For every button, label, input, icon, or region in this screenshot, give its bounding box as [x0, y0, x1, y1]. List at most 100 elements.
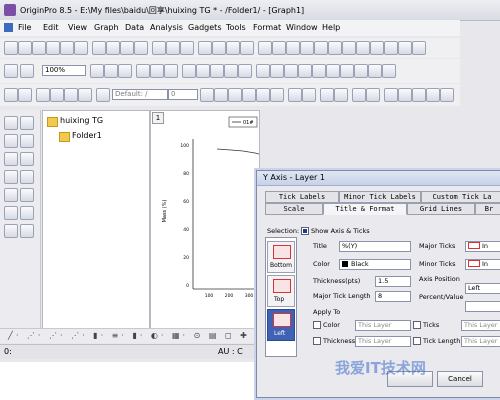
menu-view[interactable]: View	[68, 23, 87, 32]
menu-file[interactable]: File	[18, 23, 31, 32]
import-wizard-icon[interactable]	[212, 41, 226, 55]
region-tool-icon[interactable]	[20, 224, 34, 238]
add-date-icon[interactable]	[298, 64, 312, 78]
underline-icon[interactable]	[228, 88, 242, 102]
border-icon[interactable]	[440, 88, 454, 102]
pencil-icon[interactable]	[4, 88, 18, 102]
arrow-style-icon[interactable]	[426, 88, 440, 102]
selection-left[interactable]: Left	[267, 309, 295, 341]
menu-data[interactable]: Data	[125, 23, 144, 32]
save-icon[interactable]	[152, 41, 166, 55]
apply-tick-length-checkbox[interactable]	[413, 337, 421, 345]
rescale-x-icon[interactable]	[312, 64, 326, 78]
major-ticks-select[interactable]: In	[465, 241, 500, 252]
menu-tools[interactable]: Tools	[226, 23, 246, 32]
rescale-y-icon[interactable]	[326, 64, 340, 78]
apply-tick-length-scope[interactable]: This Layer	[461, 336, 500, 347]
tree-icon[interactable]	[164, 64, 178, 78]
text-align-right-icon[interactable]	[356, 41, 370, 55]
layer-manage-icon[interactable]	[368, 64, 382, 78]
cut-icon[interactable]	[36, 88, 50, 102]
explorer-root-label[interactable]: huixing TG	[60, 116, 103, 125]
line-style-icon[interactable]	[352, 88, 366, 102]
undo-icon[interactable]	[78, 88, 92, 102]
duplicate-icon[interactable]	[384, 41, 398, 55]
menu-analysis[interactable]: Analysis	[150, 23, 183, 32]
font-size-select[interactable]: 0	[168, 89, 198, 100]
batch-icon[interactable]	[398, 41, 412, 55]
new-graph-icon[interactable]	[32, 41, 46, 55]
layer-right-icon[interactable]	[286, 41, 300, 55]
mask-icon[interactable]	[20, 170, 34, 184]
symbol-size-icon[interactable]	[412, 88, 426, 102]
minor-ticks-select[interactable]: In	[465, 259, 500, 270]
layer-top-icon[interactable]	[300, 41, 314, 55]
subscript-icon[interactable]	[256, 88, 270, 102]
selection-bottom[interactable]: Bottom	[267, 241, 295, 273]
speed-mode-icon[interactable]	[382, 64, 396, 78]
tab-custom-tick-labels[interactable]: Custom Tick La	[421, 191, 500, 203]
graph-exporter-icon[interactable]	[150, 64, 164, 78]
text-tool-icon[interactable]	[4, 188, 18, 202]
font-select[interactable]: Default: /	[112, 89, 168, 100]
selection-top[interactable]: Top	[267, 275, 295, 307]
zoom-select[interactable]: 100%	[42, 65, 86, 76]
rescale-icon[interactable]	[90, 64, 104, 78]
apply-thickness-scope[interactable]: This Layer	[355, 336, 411, 347]
arrow-tool-icon[interactable]	[4, 206, 18, 220]
refresh-icon[interactable]	[412, 41, 426, 55]
add-legend-icon[interactable]	[270, 64, 284, 78]
bold-icon[interactable]	[200, 88, 214, 102]
tab-tick-labels[interactable]: Tick Labels	[265, 191, 339, 203]
title-field[interactable]: %(Y)	[339, 241, 411, 252]
new-matrix-icon[interactable]	[46, 41, 60, 55]
symbol-icon[interactable]	[398, 88, 412, 102]
layer-bottom-icon[interactable]	[314, 41, 328, 55]
text-t-icon[interactable]	[20, 188, 34, 202]
new-function-icon[interactable]	[60, 41, 74, 55]
arrange-icon[interactable]	[370, 41, 384, 55]
copy-icon[interactable]	[50, 88, 64, 102]
superscript-icon[interactable]	[242, 88, 256, 102]
run-icon[interactable]	[20, 64, 34, 78]
results-log-icon[interactable]	[224, 64, 238, 78]
import-ascii-icon[interactable]	[226, 41, 240, 55]
import-multiple-icon[interactable]	[240, 41, 254, 55]
extract-icon[interactable]	[340, 64, 354, 78]
axis-position-select[interactable]: Left	[465, 283, 500, 294]
add-text-icon[interactable]	[256, 64, 270, 78]
merge-icon[interactable]	[354, 64, 368, 78]
line-color-icon[interactable]	[320, 88, 334, 102]
screen-reader-icon[interactable]	[20, 134, 34, 148]
line-tool-icon[interactable]	[20, 206, 34, 220]
thickness-select[interactable]: 1.5	[375, 276, 411, 287]
tab-breaks[interactable]: Br	[475, 203, 500, 215]
text-align-left-icon[interactable]	[328, 41, 342, 55]
apply-thickness-checkbox[interactable]	[313, 337, 321, 345]
menu-edit[interactable]: Edit	[43, 23, 59, 32]
open-template-icon[interactable]	[106, 41, 120, 55]
new-workbook-icon[interactable]	[18, 41, 32, 55]
tab-scale[interactable]: Scale	[265, 203, 323, 215]
whole-page-icon[interactable]	[136, 64, 150, 78]
line-width-icon[interactable]	[366, 88, 380, 102]
command-window-icon[interactable]	[196, 64, 210, 78]
add-color-scale-icon[interactable]	[284, 64, 298, 78]
zoom-tool-icon[interactable]	[20, 116, 34, 130]
menu-window[interactable]: Window	[286, 23, 318, 32]
pattern-icon[interactable]	[384, 88, 398, 102]
percent-value-field[interactable]	[465, 301, 500, 312]
paste-icon[interactable]	[64, 88, 78, 102]
rectangle-tool-icon[interactable]	[4, 224, 18, 238]
new-project-icon[interactable]	[4, 41, 18, 55]
draw-data-icon[interactable]	[4, 170, 18, 184]
data-selector-icon[interactable]	[20, 152, 34, 166]
layer-icon[interactable]	[258, 41, 272, 55]
menu-gadgets[interactable]: Gadgets	[188, 23, 221, 32]
font-icon[interactable]	[96, 88, 110, 102]
open-sample-icon[interactable]	[134, 41, 148, 55]
major-tick-length-select[interactable]: 8	[375, 291, 411, 302]
open-icon[interactable]	[92, 41, 106, 55]
pointer-icon[interactable]	[4, 116, 18, 130]
zoom-in-icon[interactable]	[104, 64, 118, 78]
